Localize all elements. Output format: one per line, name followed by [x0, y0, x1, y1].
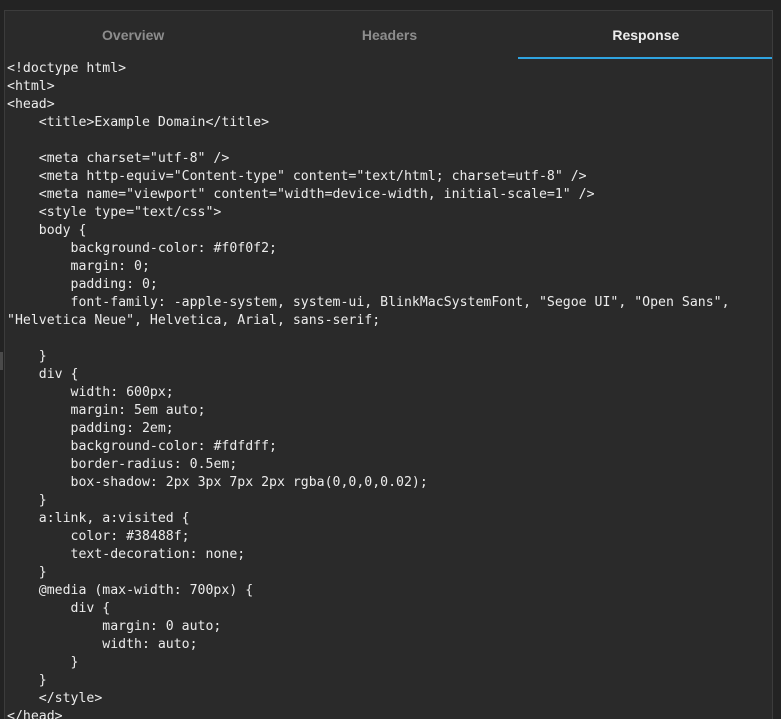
- response-panel: Overview Headers Response <!doctype html…: [4, 10, 773, 719]
- code-line: margin: 0;: [7, 259, 150, 274]
- tab-response[interactable]: Response: [517, 11, 772, 59]
- code-line: <head>: [7, 97, 55, 112]
- code-line: }: [7, 673, 47, 688]
- code-line: background-color: #f0f0f2;: [7, 241, 277, 256]
- code-line: div {: [7, 367, 79, 382]
- code-line: <meta http-equiv="Content-type" content=…: [7, 169, 587, 184]
- code-line: div {: [7, 601, 111, 616]
- tab-overview-label: Overview: [102, 27, 165, 43]
- code-line: }: [7, 565, 47, 580]
- code-line: </head>: [7, 709, 63, 719]
- tab-headers[interactable]: Headers: [261, 11, 517, 59]
- code-line: body {: [7, 223, 87, 238]
- tab-overview[interactable]: Overview: [5, 11, 261, 59]
- tab-bar: Overview Headers Response: [5, 11, 772, 59]
- code-line: <!doctype html>: [7, 61, 127, 76]
- code-line: <title>Example Domain</title>: [7, 115, 270, 130]
- code-line: border-radius: 0.5em;: [7, 457, 238, 472]
- tab-response-label: Response: [612, 27, 680, 43]
- code-line: margin: 0 auto;: [7, 619, 222, 634]
- code-line: font-family: -apple-system, system-ui, B…: [7, 295, 738, 328]
- code-line: a:link, a:visited {: [7, 511, 190, 526]
- code-line: </style>: [7, 691, 103, 706]
- code-line: padding: 2em;: [7, 421, 174, 436]
- code-line: text-decoration: none;: [7, 547, 246, 562]
- code-line: }: [7, 493, 47, 508]
- resize-handle[interactable]: [0, 352, 3, 370]
- code-line: width: auto;: [7, 637, 198, 652]
- code-line: }: [7, 349, 47, 364]
- response-body-viewer[interactable]: <!doctype html> <html> <head> <title>Examp…: [7, 60, 772, 719]
- code-line: background-color: #fdfdff;: [7, 439, 277, 454]
- code-line: color: #38488f;: [7, 529, 190, 544]
- code-line: width: 600px;: [7, 385, 174, 400]
- code-line: @media (max-width: 700px) {: [7, 583, 254, 598]
- code-line: box-shadow: 2px 3px 7px 2px rgba(0,0,0,0…: [7, 475, 428, 490]
- code-line: margin: 5em auto;: [7, 403, 206, 418]
- code-line: padding: 0;: [7, 277, 158, 292]
- code-line: <meta charset="utf-8" />: [7, 151, 230, 166]
- code-line: <style type="text/css">: [7, 205, 222, 220]
- tab-headers-label: Headers: [361, 27, 418, 43]
- code-line: <meta name="viewport" content="width=dev…: [7, 187, 595, 202]
- code-line: }: [7, 655, 79, 670]
- code-line: <html>: [7, 79, 55, 94]
